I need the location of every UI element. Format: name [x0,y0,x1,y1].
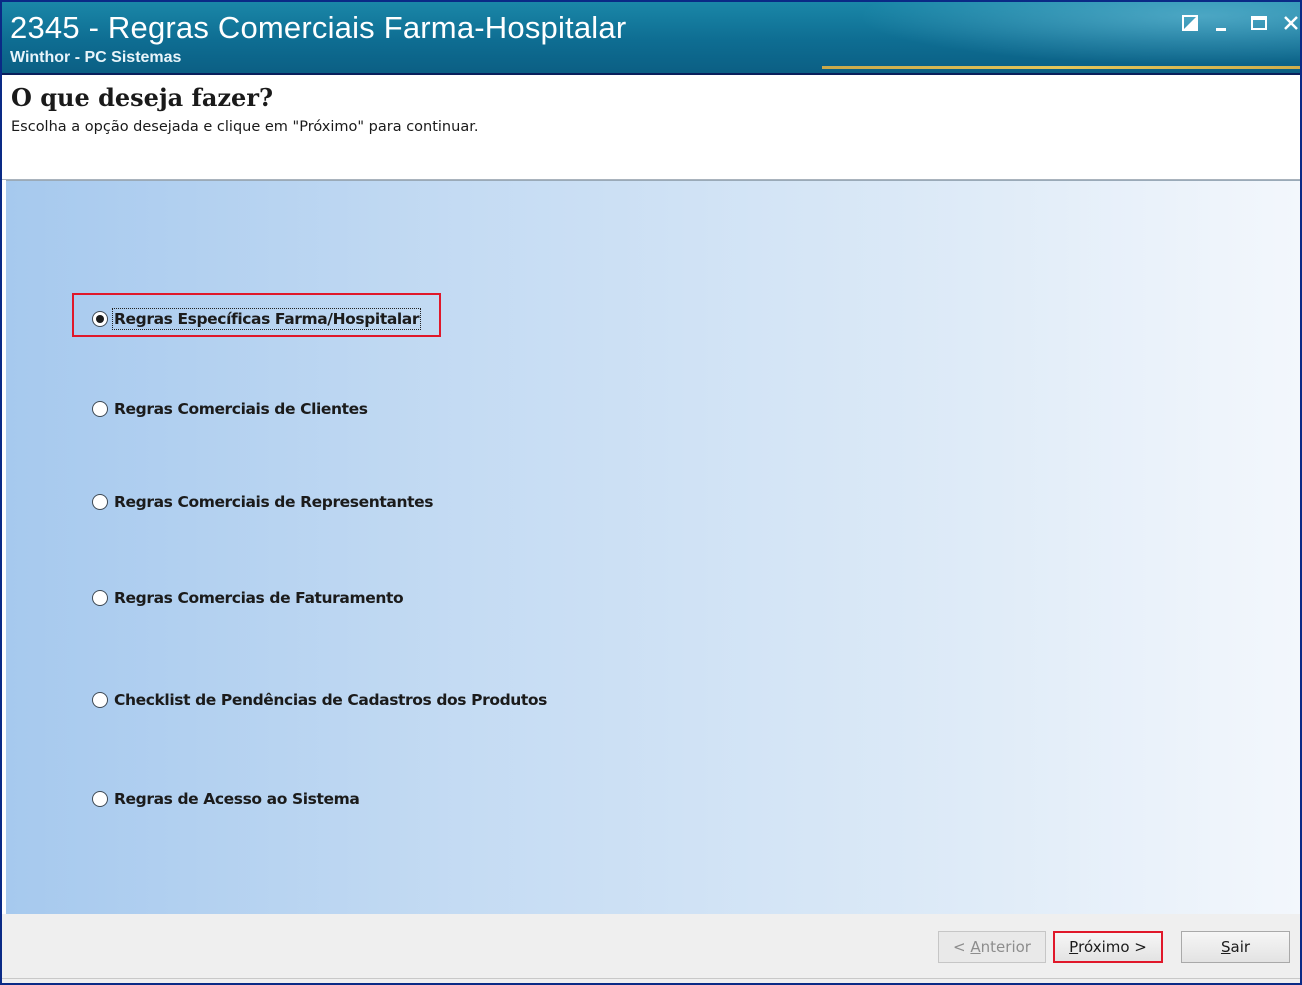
option-label: Regras Comerciais de Representantes [114,493,434,511]
option-label: Regras Comercias de Faturamento [114,589,404,607]
title-bar-accent-line [822,66,1300,69]
window-title: 2345 - Regras Comerciais Farma-Hospitala… [10,10,627,45]
previous-button-prefix: < [953,938,971,956]
next-button-label: róximo > [1078,938,1147,956]
footer-divider [2,978,1300,979]
maximize-icon[interactable] [1248,12,1270,34]
exit-button-label: air [1230,938,1251,956]
option-regras-especificas[interactable]: Regras Específicas Farma/Hospitalar [92,307,422,331]
window-subtitle: Winthor - PC Sistemas [10,49,182,66]
option-label: Regras de Acesso ao Sistema [114,790,360,808]
wizard-footer: < Anterior Próximo > Sair [2,914,1300,983]
option-checklist-pendencias[interactable]: Checklist de Pendências de Cadastros dos… [92,688,548,712]
next-button[interactable]: Próximo > [1053,931,1163,963]
option-regras-representantes[interactable]: Regras Comerciais de Representantes [92,490,434,514]
option-regras-faturamento[interactable]: Regras Comercias de Faturamento [92,586,404,610]
exit-button[interactable]: Sair [1181,931,1290,963]
radio-button-selected[interactable] [92,311,108,327]
minimize-icon[interactable] [1210,12,1232,34]
previous-button-mnemonic: A [970,938,981,956]
previous-button[interactable]: < Anterior [938,931,1046,963]
radio-button[interactable] [92,401,108,417]
title-bar[interactable]: 2345 - Regras Comerciais Farma-Hospitala… [2,2,1300,75]
option-label: Regras Comerciais de Clientes [114,400,368,418]
radio-button[interactable] [92,692,108,708]
app-window: 2345 - Regras Comerciais Farma-Hospitala… [0,0,1302,985]
radio-button[interactable] [92,791,108,807]
previous-button-label: nterior [980,938,1031,956]
page-instructions: Escolha a opção desejada e clique em "Pr… [11,119,479,135]
option-label: Checklist de Pendências de Cadastros dos… [114,691,547,709]
option-regras-clientes[interactable]: Regras Comerciais de Clientes [92,397,369,421]
radio-button[interactable] [92,590,108,606]
restore-icon[interactable] [1179,12,1201,34]
next-button-mnemonic: P [1069,938,1079,956]
wizard-header: O que deseja fazer? Escolha a opção dese… [2,75,1300,180]
close-icon[interactable] [1280,12,1300,34]
radio-button[interactable] [92,494,108,510]
exit-button-mnemonic: S [1220,938,1231,956]
option-regras-acesso[interactable]: Regras de Acesso ao Sistema [92,787,360,811]
option-label: Regras Específicas Farma/Hospitalar [111,308,422,330]
page-title: O que deseja fazer? [11,83,274,112]
options-panel: Regras Específicas Farma/Hospitalar Regr… [6,180,1300,915]
